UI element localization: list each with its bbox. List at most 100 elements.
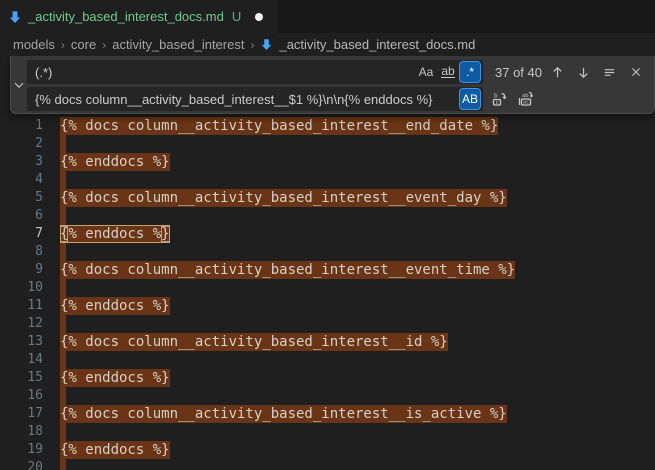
find-match-highlight: {% docs column__activity_based_interest_… <box>60 261 515 279</box>
line-number[interactable]: 6 <box>0 207 43 225</box>
find-match-highlight <box>60 243 66 261</box>
editor-line[interactable]: 2 <box>0 135 655 153</box>
breadcrumb-item-models[interactable]: models <box>13 37 55 52</box>
editor-line[interactable]: 4 <box>0 171 655 189</box>
line-number[interactable]: 17 <box>0 405 43 423</box>
find-match-highlight: {% enddocs %} <box>60 297 170 315</box>
tab-filename: _activity_based_interest_docs.md <box>28 9 224 24</box>
editor-line[interactable]: 16 <box>0 387 655 405</box>
replace-all-button[interactable]: ab ac <box>514 89 535 110</box>
editor-pane[interactable]: 1 {% docs column__activity_based_interest… <box>0 56 655 470</box>
line-content <box>60 459 66 470</box>
line-number[interactable]: 5 <box>0 189 43 207</box>
editor-line[interactable]: 13 {% docs column__activity_based_interes… <box>0 333 655 351</box>
line-number[interactable]: 10 <box>0 279 43 297</box>
breadcrumb-separator: › <box>102 38 106 52</box>
tab-bar: _activity_based_interest_docs.md U <box>0 0 655 33</box>
editor-line[interactable]: 14 <box>0 351 655 369</box>
selection-icon <box>602 65 617 80</box>
toggle-replace-button[interactable] <box>11 56 27 113</box>
markdown-file-icon <box>8 10 22 24</box>
regex-toggle[interactable]: .* <box>460 62 480 82</box>
find-results-count: 37 of 40 <box>495 65 542 80</box>
editor-line[interactable]: 18 <box>0 423 655 441</box>
find-widget: (.*) Aa ab .* 37 of 40 <box>10 56 655 114</box>
find-match-highlight: {% docs column__activity_based_interest_… <box>60 117 498 135</box>
git-status-badge: U <box>232 9 241 24</box>
find-match-highlight <box>60 135 66 153</box>
line-number[interactable]: 12 <box>0 315 43 333</box>
line-number[interactable]: 13 <box>0 333 43 351</box>
preserve-case-toggle[interactable]: AB <box>460 89 480 109</box>
editor-line[interactable]: 20 <box>0 459 655 470</box>
line-number[interactable]: 11 <box>0 297 43 315</box>
line-number[interactable]: 4 <box>0 171 43 189</box>
line-number[interactable]: 18 <box>0 423 43 441</box>
editor-line[interactable]: 11 {% enddocs %} <box>0 297 655 315</box>
line-number[interactable]: 8 <box>0 243 43 261</box>
editor-line[interactable]: 9 {% docs column__activity_based_interest… <box>0 261 655 279</box>
editor-line[interactable]: 6 <box>0 207 655 225</box>
line-content <box>60 207 66 225</box>
line-number[interactable]: 20 <box>0 459 43 470</box>
replace-button[interactable]: b c <box>488 89 509 110</box>
line-number[interactable]: 19 <box>0 441 43 459</box>
find-in-selection-button[interactable] <box>599 62 620 83</box>
unsaved-changes-dot[interactable] <box>255 13 263 21</box>
line-number[interactable]: 15 <box>0 369 43 387</box>
line-number[interactable]: 14 <box>0 351 43 369</box>
breadcrumb-item-core[interactable]: core <box>71 37 96 52</box>
line-content: {% enddocs %} <box>60 441 170 459</box>
chevron-down-icon <box>12 78 26 92</box>
replace-input[interactable]: {% docs column__activity_based_interest_… <box>27 87 483 111</box>
line-content: {% docs column__activity_based_interest_… <box>60 261 515 279</box>
line-content <box>60 243 66 261</box>
tab-active-file[interactable]: _activity_based_interest_docs.md U <box>0 0 278 33</box>
breadcrumb-separator: › <box>250 38 254 52</box>
line-content: {% docs column__activity_based_interest_… <box>60 405 507 423</box>
find-match-current: {% enddocs %} <box>60 225 170 243</box>
line-number[interactable]: 3 <box>0 153 43 171</box>
find-match-highlight: {% docs column__activity_based_interest_… <box>60 189 507 207</box>
line-number[interactable]: 1 <box>0 117 43 135</box>
find-input[interactable]: (.*) Aa ab .* <box>27 60 483 84</box>
svg-text:ac: ac <box>523 100 529 106</box>
line-content <box>60 279 66 297</box>
editor-line[interactable]: 10 <box>0 279 655 297</box>
line-number[interactable]: 2 <box>0 135 43 153</box>
breadcrumb-item-file[interactable]: _activity_based_interest_docs.md <box>279 37 475 52</box>
find-query-text: (.*) <box>35 65 414 80</box>
editor-line[interactable]: 15 {% enddocs %} <box>0 369 655 387</box>
whole-word-toggle[interactable]: ab <box>438 62 458 82</box>
editor-line[interactable]: 7 {% enddocs %} <box>0 225 655 243</box>
bracket-match: } <box>161 226 169 242</box>
breadcrumb-item-folder[interactable]: activity_based_interest <box>112 37 244 52</box>
find-match-highlight: {% enddocs %} <box>60 369 170 387</box>
editor-line[interactable]: 1 {% docs column__activity_based_interest… <box>0 117 655 135</box>
match-case-toggle[interactable]: Aa <box>416 62 436 82</box>
svg-text:ab: ab <box>522 93 529 99</box>
find-match-highlight: {% docs column__activity_based_interest_… <box>60 333 448 351</box>
editor-line[interactable]: 12 <box>0 315 655 333</box>
previous-match-button[interactable] <box>547 62 568 83</box>
line-content: {% docs column__activity_based_interest_… <box>60 117 498 135</box>
close-find-button[interactable] <box>625 62 646 83</box>
line-content: {% enddocs %} <box>60 369 170 387</box>
arrow-down-icon <box>576 65 591 80</box>
replace-value-text: {% docs column__activity_based_interest_… <box>35 92 458 107</box>
editor-line[interactable]: 3{% enddocs %} <box>0 153 655 171</box>
editor-lines: 1 {% docs column__activity_based_interest… <box>0 117 655 470</box>
next-match-button[interactable] <box>573 62 594 83</box>
line-number[interactable]: 9 <box>0 261 43 279</box>
line-number[interactable]: 16 <box>0 387 43 405</box>
editor-line[interactable]: 17 {% docs column__activity_based_interes… <box>0 405 655 423</box>
find-match-highlight: {% docs column__activity_based_interest_… <box>60 405 507 423</box>
line-number[interactable]: 7 <box>0 225 43 243</box>
svg-text:c: c <box>495 100 498 106</box>
editor-line[interactable]: 5 {% docs column__activity_based_interest… <box>0 189 655 207</box>
editor-line[interactable]: 19 {% enddocs %} <box>0 441 655 459</box>
editor-line[interactable]: 8 <box>0 243 655 261</box>
markdown-file-icon <box>260 38 273 51</box>
svg-text:b: b <box>494 93 498 100</box>
line-content: {% docs column__activity_based_interest_… <box>60 189 507 207</box>
